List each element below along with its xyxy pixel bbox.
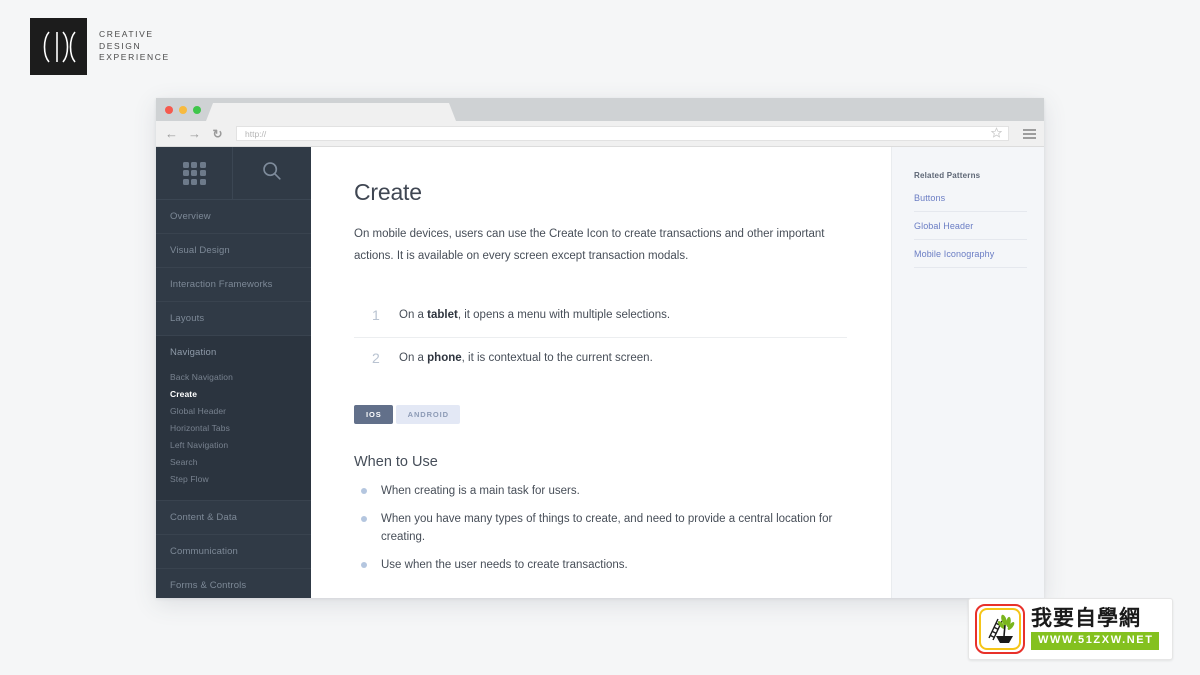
sidebar-subitem-create[interactable]: Create [170,386,311,403]
sidebar-item-layouts[interactable]: Layouts [156,302,311,336]
list-item: When you have many types of things to cr… [354,510,847,546]
related-link-mobile-iconography[interactable]: Mobile Iconography [914,249,1027,268]
list-number: 1 [372,307,380,323]
bookmark-star-icon[interactable] [990,125,1003,143]
list-number: 2 [372,350,380,366]
watermark: 我要自學網 WWW.51ZXW.NET [968,598,1173,660]
bullet-text: When creating is a main task for users. [381,485,580,497]
list-text: On a phone, it is contextual to the curr… [399,350,653,367]
sidebar-item-visual-design[interactable]: Visual Design [156,234,311,268]
sidebar-subitem-global-header[interactable]: Global Header [170,403,311,420]
sidebar-subitem-horizontal-tabs[interactable]: Horizontal Tabs [170,420,311,437]
tab-ios[interactable]: IOS [354,405,393,424]
sidebar-item-interaction-frameworks[interactable]: Interaction Frameworks [156,268,311,302]
sidebar-item-forms-and-controls[interactable]: Forms & Controls [156,569,311,598]
reload-icon[interactable]: ↻ [211,128,224,140]
plant-in-pot-icon [975,604,1025,654]
tab-android[interactable]: ANDROID [395,405,460,424]
close-window-button[interactable] [165,106,173,114]
back-icon[interactable]: ← [165,127,178,140]
watermark-text: 我要自學網 WWW.51ZXW.NET [1031,608,1159,650]
page-title: Create [354,179,422,205]
page-body: Overview Visual Design Interaction Frame… [156,147,1044,598]
search-icon [261,160,282,186]
main-content: Create On mobile devices, users can use … [311,147,891,598]
list-text-suffix: , it opens a menu with multiple selectio… [457,309,671,321]
browser-toolbar: ← → ↻ http:// [156,121,1044,147]
sidebar-item-navigation[interactable]: Navigation [156,336,311,369]
app-grid-button[interactable] [156,147,233,199]
sidebar-item-content-and-data[interactable]: Content & Data [156,501,311,535]
hamburger-menu-icon[interactable] [1023,128,1036,139]
minimize-window-button[interactable] [179,106,187,114]
related-link-buttons[interactable]: Buttons [914,193,1027,212]
list-text: On a tablet, it opens a menu with multip… [399,307,670,324]
sidebar-item-communication[interactable]: Communication [156,535,311,569]
cdx-monogram-icon [30,18,87,75]
sidebar-toolbar [156,147,311,200]
related-patterns-panel: Related Patterns Buttons Global Header M… [891,147,1044,598]
browser-tab[interactable] [206,103,456,121]
related-patterns-title: Related Patterns [914,171,981,180]
when-to-use-heading: When to Use [354,454,438,470]
when-to-use-list: When creating is a main task for users. … [354,482,847,574]
sidebar-subitem-left-navigation[interactable]: Left Navigation [170,437,311,454]
numbered-list: 1 On a tablet, it opens a menu with mult… [354,295,847,380]
bullet-dot-icon [361,516,367,522]
sidebar-subitem-step-flow[interactable]: Step Flow [170,471,311,488]
brand-line-2: DESIGN [99,40,142,51]
list-text-prefix: On a [399,309,428,321]
list-text-strong: tablet [427,309,458,321]
list-text-prefix: On a [399,352,428,364]
sidebar-item-overview[interactable]: Overview [156,200,311,234]
left-sidebar-navigation: Overview Visual Design Interaction Frame… [156,147,311,598]
sidebar-subitem-search[interactable]: Search [170,454,311,471]
numbered-list-item: 1 On a tablet, it opens a menu with mult… [354,295,847,338]
bullet-text: When you have many types of things to cr… [381,513,833,543]
browser-tab-strip [156,98,1044,121]
app-grid-icon [182,161,206,185]
bullet-text: Use when the user needs to create transa… [381,559,628,571]
intro-paragraph: On mobile devices, users can use the Cre… [354,228,825,262]
watermark-url: WWW.51ZXW.NET [1031,632,1159,650]
window-controls[interactable] [165,106,201,114]
platform-tab-group: IOS ANDROID [354,405,847,424]
list-text-strong: phone [427,352,462,364]
brand-line-3: EXPERIENCE [99,52,170,63]
address-bar[interactable]: http:// [236,126,1009,141]
url-text: http:// [245,128,267,139]
related-link-global-header[interactable]: Global Header [914,221,1027,240]
numbered-list-item: 2 On a phone, it is contextual to the cu… [354,338,847,380]
bullet-dot-icon [361,562,367,568]
brand-wordmark: CREATIVE DESIGN EXPERIENCE [99,29,170,64]
maximize-window-button[interactable] [193,106,201,114]
forward-icon[interactable]: → [188,127,201,140]
list-text-suffix: , it is contextual to the current screen… [461,352,653,364]
sidebar-subnav-navigation: Back Navigation Create Global Header Hor… [156,369,311,501]
sidebar-subitem-back-navigation[interactable]: Back Navigation [170,369,311,386]
watermark-chinese-title: 我要自學網 [1031,606,1141,631]
list-item: Use when the user needs to create transa… [354,556,847,574]
sidebar-search-button[interactable] [233,147,310,199]
brand-line-1: CREATIVE [99,29,154,40]
browser-window: ← → ↻ http:// Overview Visual Design Int… [156,98,1044,598]
bullet-dot-icon [361,488,367,494]
brand-logo: CREATIVE DESIGN EXPERIENCE [30,18,170,75]
list-item: When creating is a main task for users. [354,482,847,500]
